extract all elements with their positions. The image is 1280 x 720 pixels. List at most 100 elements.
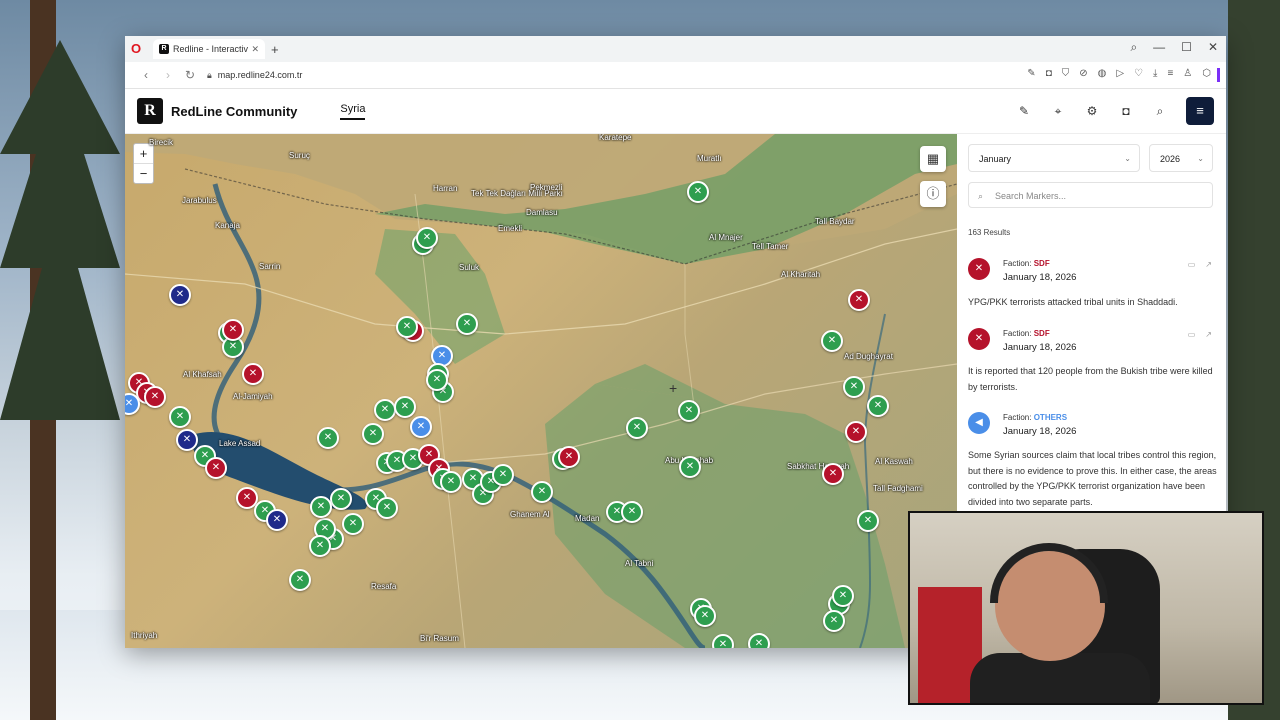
map-marker-icon[interactable]: ✕ [694, 605, 716, 627]
map-marker-icon[interactable]: ✕ [531, 481, 553, 503]
map-marker-icon[interactable]: ✕ [867, 395, 889, 417]
map-marker-icon[interactable]: ✕ [416, 227, 438, 249]
rifle-icon: ✕ [968, 258, 990, 280]
map-marker-icon[interactable]: ✕ [848, 289, 870, 311]
map-marker-icon[interactable]: ✕ [330, 488, 352, 510]
map-marker-icon[interactable]: ✕ [242, 363, 264, 385]
search-icon[interactable]: ⌕ [1130, 40, 1137, 55]
camera-icon[interactable]: ◘ [1046, 68, 1052, 82]
map-marker-icon[interactable]: ✕ [374, 399, 396, 421]
map-marker-icon[interactable]: ✕ [342, 513, 364, 535]
map-marker-icon[interactable]: ✕ [626, 417, 648, 439]
video-icon[interactable]: ▭ [1188, 260, 1196, 269]
nav-syria[interactable]: Syria [340, 103, 366, 120]
browser-tab[interactable]: R Redline - Interactive Strate ✕ [153, 39, 265, 59]
place-label: Lake Assad [219, 439, 261, 448]
map-marker-icon[interactable]: ✕ [679, 456, 701, 478]
heart-icon[interactable]: ♡ [1134, 68, 1143, 82]
map-marker-icon[interactable]: ✕ [426, 369, 448, 391]
globe-icon[interactable]: ◍ [1098, 68, 1107, 82]
faction-line: Faction: SDF [1003, 329, 1050, 338]
month-select[interactable]: January ⌄ [968, 144, 1140, 172]
place-label: Ghanem Al [510, 510, 550, 519]
map-marker-icon[interactable]: ✕ [440, 471, 462, 493]
maximize-icon[interactable]: ☐ [1181, 40, 1192, 55]
map-marker-icon[interactable]: ✕ [857, 510, 879, 532]
map-marker-icon[interactable]: ✕ [266, 509, 288, 531]
profile-icon[interactable]: ♙ [1183, 68, 1192, 82]
place-label: Suruç [289, 151, 310, 160]
map-marker-icon[interactable]: ✕ [394, 396, 416, 418]
map-marker-icon[interactable]: ✕ [492, 464, 514, 486]
new-tab-button[interactable]: + [271, 42, 279, 57]
opera-logo-icon[interactable]: O [131, 42, 145, 56]
menu-icon[interactable]: ≡ [1186, 97, 1214, 125]
place-label: Bi'r Rasum [420, 634, 459, 643]
place-label: Al Mnajer [709, 233, 743, 242]
settings-icon[interactable]: ⚙ [1084, 104, 1100, 118]
video-icon[interactable]: ▭ [1188, 330, 1196, 339]
year-select[interactable]: 2026 ⌄ [1149, 144, 1213, 172]
event-date: January 18, 2026 [1003, 272, 1077, 283]
map-marker-icon[interactable]: ✕ [410, 416, 432, 438]
place-label: Suluk [459, 263, 480, 272]
external-link-icon[interactable]: ↗ [1205, 260, 1212, 269]
brand-name[interactable]: RedLine Community [171, 104, 297, 119]
map-marker-icon[interactable]: ✕ [309, 535, 331, 557]
forward-icon[interactable]: › [157, 68, 179, 82]
map-marker-icon[interactable]: ✕ [289, 569, 311, 591]
map-marker-icon[interactable]: ✕ [678, 400, 700, 422]
map-marker-icon[interactable]: ✕ [456, 313, 478, 335]
location-icon[interactable]: ⌖ [1050, 104, 1066, 119]
minimize-icon[interactable]: — [1153, 40, 1165, 55]
shield-icon[interactable]: ⛉ [1062, 68, 1070, 82]
place-label: Tell Tamer [752, 242, 789, 251]
map-marker-icon[interactable]: ✕ [822, 463, 844, 485]
map-marker-icon[interactable]: ✕ [843, 376, 865, 398]
place-label: Karatepe [599, 134, 632, 142]
vpn-icon[interactable]: ⊘ [1079, 68, 1087, 82]
camera-icon[interactable]: ◘ [1118, 104, 1134, 118]
reload-icon[interactable]: ↻ [179, 68, 201, 82]
place-label: Damlasu [526, 208, 558, 217]
play-icon[interactable]: ▷ [1116, 68, 1124, 82]
map-marker-icon[interactable]: ✕ [169, 406, 191, 428]
external-link-icon[interactable]: ↗ [1205, 330, 1212, 339]
map-marker-icon[interactable]: ✕ [169, 284, 191, 306]
map-marker-icon[interactable]: ✕ [687, 181, 709, 203]
info-icon[interactable]: ⓘ [920, 181, 946, 207]
map-marker-icon[interactable]: ✕ [396, 316, 418, 338]
tab-close-icon[interactable]: ✕ [251, 44, 259, 55]
back-icon[interactable]: ‹ [135, 68, 157, 82]
tab-bar: O R Redline - Interactive Strate ✕ + ⌕ —… [125, 36, 1226, 62]
map-marker-icon[interactable]: ✕ [176, 429, 198, 451]
edit-icon[interactable]: ✎ [1027, 68, 1035, 82]
map-marker-icon[interactable]: ✕ [832, 585, 854, 607]
map-marker-icon[interactable]: ✕ [317, 427, 339, 449]
map-marker-icon[interactable]: ✕ [205, 457, 227, 479]
search-icon[interactable]: ⌕ [1152, 104, 1168, 119]
map-marker-icon[interactable]: ✕ [748, 633, 770, 648]
map-marker-icon[interactable]: ✕ [362, 423, 384, 445]
close-icon[interactable]: ✕ [1208, 40, 1218, 55]
pen-icon[interactable]: ✎ [1016, 104, 1032, 118]
map-marker-icon[interactable]: ✕ [222, 319, 244, 341]
map-marker-icon[interactable]: ✕ [621, 501, 643, 523]
map-marker-icon[interactable]: ✕ [821, 330, 843, 352]
map-marker-icon[interactable]: ✕ [823, 610, 845, 632]
layers-icon[interactable]: ▦ [920, 146, 946, 172]
zoom-out-button[interactable]: − [134, 163, 153, 183]
brand-logo[interactable]: R [137, 98, 163, 124]
list-icon[interactable]: ≡ [1167, 68, 1173, 82]
map-marker-icon[interactable]: ✕ [144, 386, 166, 408]
map-marker-icon[interactable]: ✕ [376, 497, 398, 519]
map-marker-icon[interactable]: ✕ [845, 421, 867, 443]
map-canvas[interactable]: + − ▦ ⓘ Birecik Suruç Karatepe Muratlı Harra… [125, 134, 957, 648]
cube-icon[interactable]: ⬡ [1202, 68, 1211, 82]
url-field[interactable]: map.redline24.com.tr [218, 70, 303, 80]
map-marker-icon[interactable]: ✕ [310, 496, 332, 518]
download-icon[interactable]: ⤓ [1153, 68, 1157, 82]
map-marker-icon[interactable]: ✕ [558, 446, 580, 468]
event-text: It is reported that 120 people from the … [968, 366, 1213, 392]
marker-search-input[interactable]: ⌕ Search Markers... [968, 182, 1213, 208]
